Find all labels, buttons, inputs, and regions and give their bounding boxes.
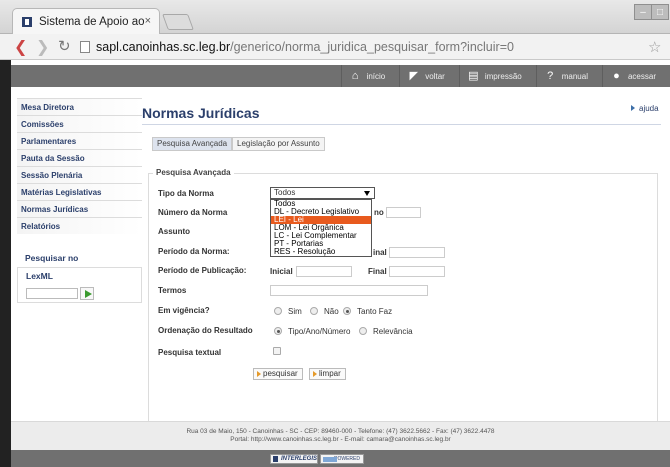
tab-title: Sistema de Apoio ao	[39, 15, 145, 28]
ano-input[interactable]	[386, 207, 421, 218]
label-termos: Termos	[158, 286, 187, 295]
periodo-norma-final-input[interactable]	[389, 247, 445, 258]
label-pesquisa-textual: Pesquisa textual	[158, 348, 222, 357]
select-value: Todos	[274, 188, 296, 197]
home-icon: ⌂	[351, 69, 359, 82]
nav-label: manual	[561, 71, 588, 81]
user-icon: ●	[613, 69, 620, 82]
tab-legislacao-assunto[interactable]: Legislação por Assunto	[232, 137, 325, 151]
pesquisa-textual-checkbox[interactable]	[273, 347, 281, 355]
sidebar-item-materias[interactable]: Matérias Legislativas	[17, 183, 142, 200]
close-window-icon[interactable]: □	[651, 4, 669, 20]
minimize-icon[interactable]: –	[634, 4, 652, 20]
chevron-down-icon	[364, 191, 370, 196]
footer: Rua 03 de Maio, 150 - Canoinhas - SC - C…	[11, 421, 670, 450]
nav-label: início	[366, 71, 386, 81]
sidebar: Mesa Diretora Comissões Parlamentares Pa…	[17, 98, 142, 234]
new-tab-button[interactable]	[162, 14, 194, 30]
vigencia-nao-radio[interactable]	[310, 307, 318, 315]
print-icon: ▤	[468, 69, 479, 82]
vigencia-sim-label: Sim	[288, 307, 302, 316]
label-vigencia: Em vigência?	[158, 306, 210, 315]
forward-icon[interactable]: ❯	[36, 37, 49, 57]
ordenacao-relevancia-radio[interactable]	[359, 327, 367, 335]
label-periodo-norma: Período da Norma:	[158, 247, 230, 256]
sidebar-item-normas[interactable]: Normas Jurídicas	[17, 200, 142, 217]
label-assunto: Assunto	[158, 227, 190, 236]
ordenacao-relevancia-label: Relevância	[373, 327, 413, 336]
vigencia-sim-radio[interactable]	[274, 307, 282, 315]
label-tipo-norma: Tipo da Norma	[158, 189, 214, 198]
limpar-button[interactable]: limpar	[309, 368, 346, 380]
label-numero-norma: Número da Norma	[158, 208, 228, 217]
window-border	[0, 60, 11, 467]
label-ano: no	[374, 208, 384, 217]
title-divider	[142, 124, 661, 125]
nav-impressao[interactable]: ▤ impressão	[458, 65, 536, 87]
label-final-norma: inal	[373, 248, 387, 257]
sidebar-item-relatorios[interactable]: Relatórios	[17, 217, 142, 234]
url-host: sapl.canoinhas.sc.leg.br	[96, 40, 231, 54]
fieldset-legend: Pesquisa Avançada	[153, 168, 234, 177]
back-icon[interactable]: ❮	[14, 37, 27, 57]
interlegis-logo: INTERLEGIS	[270, 454, 318, 464]
sidebar-item-pauta[interactable]: Pauta da Sessão	[17, 149, 142, 166]
close-tab-icon[interactable]: ×	[145, 15, 151, 27]
zope-logo: POWERED	[320, 454, 364, 464]
browser-tab[interactable]: Sistema de Apoio ao ×	[12, 8, 160, 34]
lexml-search-input[interactable]	[26, 288, 78, 299]
footer-portal: Portal: http://www.canoinhas.sc.leg.br -…	[230, 436, 451, 443]
page: ⌂ início ◤ voltar ▤ impressão ? manual ● aces…	[11, 60, 670, 467]
label-inicial: Inicial	[270, 267, 293, 276]
lexml-panel: LexML	[17, 267, 142, 303]
vigencia-nao-label: Não	[324, 307, 339, 316]
nav-manual[interactable]: ? manual	[535, 65, 602, 87]
manual-icon: ?	[547, 69, 554, 82]
vigencia-tanto-faz-label: Tanto Faz	[357, 307, 393, 316]
sidebar-item-parlamentares[interactable]: Parlamentares	[17, 132, 142, 149]
reload-icon[interactable]: ↻	[58, 37, 71, 55]
lexml-label: LexML	[26, 271, 53, 281]
nav-voltar[interactable]: ◤ voltar	[399, 65, 459, 87]
page-icon	[80, 41, 90, 53]
nav-inicio[interactable]: ⌂ início	[340, 65, 400, 87]
pesquisar-button[interactable]: pesquisar	[253, 368, 303, 380]
publicacao-final-input[interactable]	[389, 266, 445, 277]
lexml-search: Pesquisar no LexML	[17, 253, 142, 303]
tab-pesquisa-avancada[interactable]: Pesquisa Avançada	[152, 137, 233, 151]
ordenacao-tipo-label: Tipo/Ano/Número	[288, 327, 351, 336]
label-periodo-publicacao: Período de Publicação:	[158, 266, 247, 275]
label-ordenacao: Ordenação do Resultado	[158, 326, 253, 335]
url-path: /generico/norma_juridica_pesquisar_form?…	[230, 40, 514, 54]
page-title: Normas Jurídicas	[142, 105, 260, 121]
nav-label: voltar	[425, 71, 445, 81]
go-arrow-icon[interactable]	[80, 287, 94, 300]
publicacao-inicial-input[interactable]	[296, 266, 352, 277]
site-nav: ⌂ início ◤ voltar ▤ impressão ? manual ● aces…	[11, 65, 670, 87]
star-icon[interactable]: ☆	[648, 38, 661, 56]
dropdown-option[interactable]: RES - Resolução	[271, 248, 371, 256]
sidebar-item-comissoes[interactable]: Comissões	[17, 115, 142, 132]
favicon-icon	[22, 16, 32, 27]
search-label: Pesquisar no	[25, 253, 79, 263]
help-link[interactable]: ajuda	[631, 104, 659, 113]
ordenacao-tipo-radio[interactable]	[274, 327, 282, 335]
vigencia-tanto-faz-radio[interactable]	[343, 307, 351, 315]
termos-input[interactable]	[270, 285, 428, 296]
footer-address: Rua 03 de Maio, 150 - Canoinhas - SC - C…	[186, 428, 495, 435]
browser-tabstrip: Sistema de Apoio ao × – □	[0, 0, 670, 34]
back-arrow-icon: ◤	[409, 69, 418, 82]
nav-label: acessar	[627, 71, 656, 81]
tipo-norma-select[interactable]: Todos	[270, 187, 375, 199]
nav-label: impressão	[484, 71, 522, 81]
nav-acessar[interactable]: ● acessar	[601, 65, 670, 87]
sidebar-item-sessao-plenaria[interactable]: Sessão Plenária	[17, 166, 142, 183]
sidebar-item-mesa-diretora[interactable]: Mesa Diretora	[17, 98, 142, 115]
url-bar[interactable]: sapl.canoinhas.sc.leg.br/generico/norma_…	[80, 37, 640, 57]
label-final: Final	[368, 267, 387, 276]
tipo-norma-dropdown: Todos DL - Decreto Legislativo LEI - Lei…	[270, 199, 372, 257]
address-toolbar: ❮ ❯ ↻ sapl.canoinhas.sc.leg.br/generico/…	[0, 34, 670, 60]
